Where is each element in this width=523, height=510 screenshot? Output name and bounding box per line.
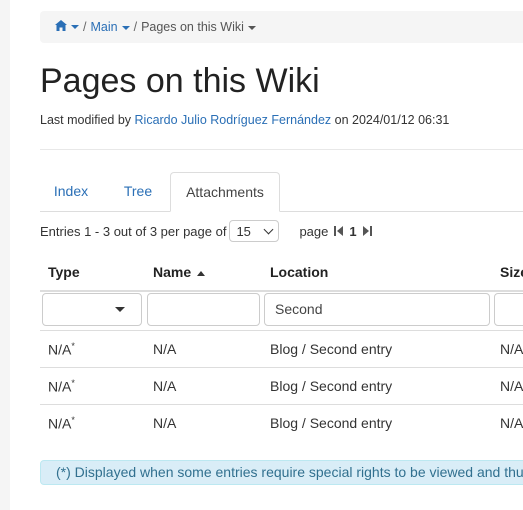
column-header-type[interactable]: Type (48, 264, 80, 280)
tabs-baseline (40, 211, 523, 212)
breadcrumb-home[interactable] (55, 20, 79, 35)
breadcrumb-current[interactable]: Pages on this Wiki (141, 20, 256, 34)
page-label: page (299, 223, 329, 239)
last-page-icon[interactable] (362, 226, 372, 236)
last-modified: Last modified by Ricardo Julio Rodríguez… (40, 113, 449, 127)
page-title: Pages on this Wiki (40, 62, 320, 100)
type-cell: N/A* (48, 415, 75, 432)
chevron-down-icon (115, 307, 125, 312)
per-page-select[interactable]: 15 (229, 220, 280, 242)
breadcrumb-separator: / (133, 20, 138, 34)
sort-ascending-icon (197, 270, 206, 276)
name-cell: N/A (153, 341, 177, 357)
size-cell: N/A (500, 341, 523, 357)
breadcrumb-current-label: Pages on this Wiki (141, 20, 244, 34)
restricted-mark: * (71, 341, 75, 351)
breadcrumb-main-label: Main (90, 20, 118, 34)
type-cell: N/A* (48, 341, 75, 358)
column-header-location[interactable]: Location (270, 264, 328, 280)
breadcrumb: / Main / Pages on this Wiki (40, 11, 523, 43)
type-filter-select[interactable] (42, 293, 142, 326)
size-cell: N/A (500, 378, 523, 394)
location-filter-input[interactable]: Second (264, 293, 490, 326)
current-page[interactable]: 1 (349, 224, 356, 239)
divider (40, 149, 523, 150)
modified-timestamp: 2024/01/12 06:31 (352, 113, 450, 127)
type-value: N/A (48, 378, 72, 395)
size-cell: N/A (500, 415, 523, 431)
pagination-bar: Entries 1 - 3 out of 3 per page of 15 pa… (40, 220, 372, 242)
column-header-size[interactable]: Size (500, 264, 523, 280)
size-filter-input[interactable] (494, 293, 523, 326)
column-header-name-label: Name (153, 264, 192, 280)
chevron-down-icon (121, 25, 130, 30)
name-filter-input[interactable] (147, 293, 260, 326)
type-value: N/A (48, 341, 72, 358)
restricted-mark: * (71, 415, 75, 425)
table-row: N/A* N/A Blog / Second entry N/A (40, 404, 523, 442)
breadcrumb-main[interactable]: Main (90, 20, 130, 34)
location-cell: Blog / Second entry (270, 341, 393, 357)
info-note: (*) Displayed when some entries require … (40, 460, 523, 485)
name-cell: N/A (153, 378, 177, 394)
modified-prefix: Last modified by (40, 113, 132, 127)
tab-tree[interactable]: Tree (105, 172, 171, 212)
tab-index[interactable]: Index (40, 172, 102, 212)
location-cell: Blog / Second entry (270, 415, 393, 431)
entries-text: Entries 1 - 3 out of 3 per page of (40, 223, 227, 239)
per-page-value: 15 (236, 223, 251, 239)
restricted-mark: * (71, 378, 75, 388)
name-cell: N/A (153, 415, 177, 431)
author-link[interactable]: Ricardo Julio Rodríguez Fernández (135, 113, 332, 127)
modified-on: on (334, 113, 349, 127)
table-row: N/A* N/A Blog / Second entry N/A (40, 367, 523, 405)
first-page-icon[interactable] (334, 226, 344, 236)
chevron-down-icon (71, 25, 79, 30)
page-container: / Main / Pages on this Wiki Pages on thi… (10, 0, 523, 510)
type-value: N/A (48, 415, 72, 432)
pager: page 1 (299, 223, 372, 239)
home-icon (55, 20, 67, 34)
chevron-down-icon (264, 224, 274, 234)
location-cell: Blog / Second entry (270, 378, 393, 394)
type-cell: N/A* (48, 378, 75, 395)
table-row: N/A* N/A Blog / Second entry N/A (40, 330, 523, 368)
breadcrumb-separator: / (83, 20, 87, 34)
chevron-down-icon (247, 25, 256, 30)
tab-attachments[interactable]: Attachments (170, 172, 280, 212)
header-divider (40, 290, 523, 292)
column-header-name[interactable]: Name (153, 264, 206, 280)
